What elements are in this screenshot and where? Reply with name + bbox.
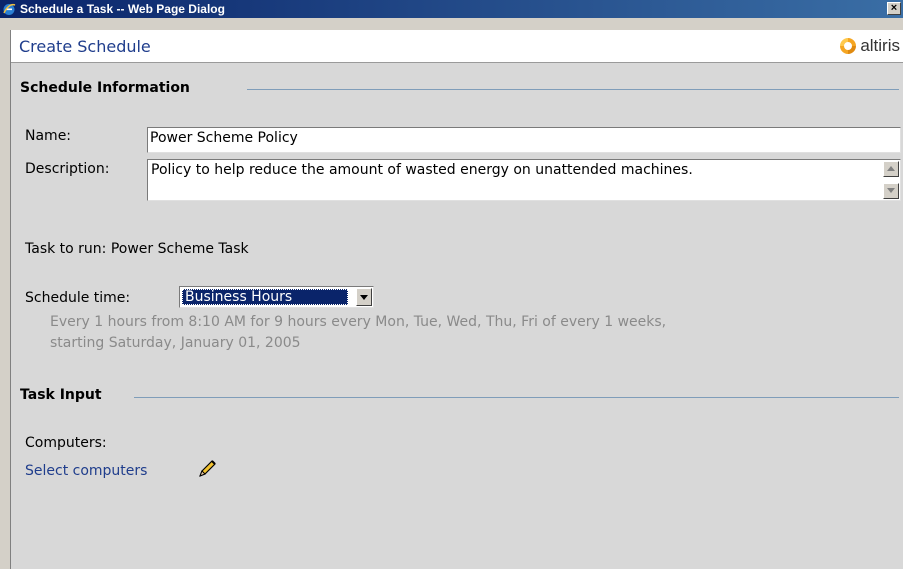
close-icon: × [890,2,898,14]
window-title: Schedule a Task -- Web Page Dialog [20,2,225,16]
schedule-summary: Every 1 hours from 8:10 AM for 9 hours e… [50,312,666,354]
description-textarea[interactable]: Policy to help reduce the amount of wast… [147,159,901,201]
schedule-time-label: Schedule time: [25,290,131,306]
name-input[interactable]: Power Scheme Policy [147,127,901,153]
schedule-summary-line-2: starting Saturday, January 01, 2005 [50,335,301,351]
computers-label: Computers: [25,435,107,451]
header-divider [11,62,903,63]
schedule-time-select[interactable]: Business Hours [179,286,374,308]
close-button[interactable]: × [887,2,901,15]
chevron-down-icon [360,295,368,300]
schedule-time-selected-value: Business Hours [182,289,348,305]
schedule-summary-line-1: Every 1 hours from 8:10 AM for 9 hours e… [50,314,667,330]
section-divider [247,89,899,90]
description-label: Description: [25,161,110,177]
altiris-logo: altiris [839,36,900,56]
description-text: Policy to help reduce the amount of wast… [151,162,693,178]
page-header: Create Schedule altiris [11,30,903,62]
scroll-up-button[interactable] [883,161,899,177]
section-heading-schedule-information: Schedule Information [20,80,190,96]
section-heading-task-input: Task Input [20,387,102,403]
page-title: Create Schedule [19,37,151,56]
scroll-down-button[interactable] [883,183,899,199]
name-label: Name: [25,128,72,144]
pencil-icon[interactable] [197,459,217,479]
arrow-down-icon [887,188,895,193]
dialog-content: Create Schedule altiris Schedule Informa… [10,30,903,569]
title-bar: Schedule a Task -- Web Page Dialog × [0,0,903,18]
select-computers-link[interactable]: Select computers [25,463,147,479]
task-to-run-label: Task to run: Power Scheme Task [25,241,249,257]
dialog-window: Schedule a Task -- Web Page Dialog × Cre… [0,0,903,569]
arrow-up-icon [887,166,895,171]
section-divider [134,397,899,398]
internet-explorer-icon [3,3,16,15]
dropdown-button[interactable] [356,288,372,306]
logo-text: altiris [860,36,900,55]
altiris-logo-icon [840,38,857,54]
